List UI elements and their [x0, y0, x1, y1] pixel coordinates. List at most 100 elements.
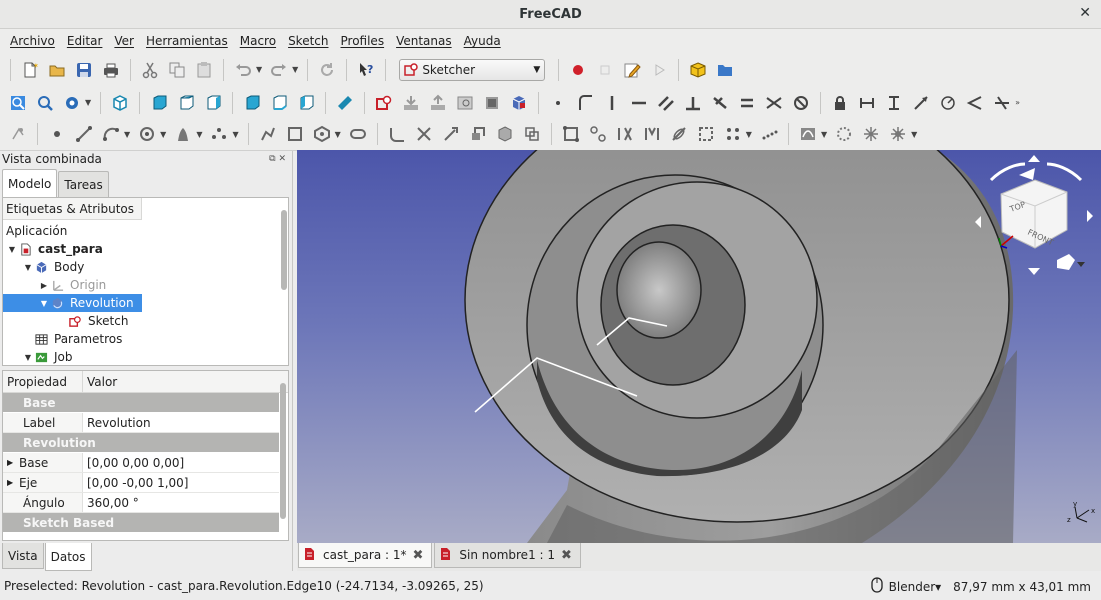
select-vertical-axis-icon[interactable] [613, 122, 637, 146]
workbench-selector[interactable]: Sketcher ▼ [399, 58, 546, 81]
expand-arrow-icon[interactable]: ▼ [38, 299, 50, 308]
view-menu-cube-icon[interactable] [1057, 254, 1075, 270]
chevron-down-icon[interactable]: ▼ [335, 130, 341, 139]
view-right-icon[interactable] [201, 91, 225, 115]
construction-mode-icon[interactable] [520, 122, 544, 146]
merge-sketch-icon[interactable] [507, 91, 531, 115]
doc-tab-cast-para[interactable]: cast_para : 1* ✖ [298, 543, 433, 568]
view-left-icon[interactable] [294, 91, 318, 115]
copy-icon[interactable] [165, 58, 189, 82]
perpendicular-constraint-icon[interactable] [681, 91, 705, 115]
create-circle-icon[interactable] [135, 122, 159, 146]
menu-editar[interactable]: Editar [61, 34, 109, 48]
property-value[interactable]: 360,00 ° [83, 493, 279, 512]
macro-record-icon[interactable] [566, 58, 590, 82]
vertical-constraint-icon[interactable] [600, 91, 624, 115]
create-bspline-icon[interactable] [207, 122, 231, 146]
expand-arrow-icon[interactable]: ▼ [22, 353, 34, 362]
arrow-right-icon[interactable] [1087, 210, 1093, 222]
create-conic-icon[interactable] [171, 122, 195, 146]
menu-herramientas[interactable]: Herramientas [140, 34, 234, 48]
new-sketch-icon[interactable] [372, 91, 396, 115]
refresh-icon[interactable] [315, 58, 339, 82]
print-icon[interactable] [99, 58, 123, 82]
menu-profiles[interactable]: Profiles [335, 34, 391, 48]
property-value[interactable]: [0,00 0,00 0,00] [83, 453, 279, 472]
menu-ayuda[interactable]: Ayuda [458, 34, 507, 48]
tangent-constraint-icon[interactable] [708, 91, 732, 115]
chevron-down-icon[interactable]: ▼ [256, 65, 262, 74]
chevron-down-icon[interactable]: ▼ [292, 65, 298, 74]
sketch-mode-icon[interactable] [6, 122, 30, 146]
menu-sketch[interactable]: Sketch [282, 34, 334, 48]
edit-sketch-icon[interactable] [426, 91, 450, 115]
horizontal-constraint-icon[interactable] [627, 91, 651, 115]
increase-knot-icon[interactable] [859, 122, 883, 146]
select-origin-icon[interactable] [586, 122, 610, 146]
paste-icon[interactable] [192, 58, 216, 82]
decrease-knot-icon[interactable] [886, 122, 910, 146]
undo-icon[interactable] [231, 58, 255, 82]
symmetry-icon[interactable] [721, 122, 745, 146]
macro-stop-icon[interactable] [593, 58, 617, 82]
tree-item-sketch[interactable]: Sketch [3, 312, 288, 330]
menu-ver[interactable]: Ver [108, 34, 140, 48]
select-conflicting-icon[interactable] [694, 122, 718, 146]
chevron-down-icon[interactable]: ▼ [196, 130, 202, 139]
property-group-revolution[interactable]: Revolution [3, 433, 279, 453]
chevron-down-icon[interactable]: ▼ [911, 130, 917, 139]
property-value[interactable]: [0,00 -0,00 1,00] [83, 473, 279, 492]
doc-tab-sin-nombre[interactable]: Sin nombre1 : 1 ✖ [434, 543, 581, 568]
expand-arrow-icon[interactable]: ▶ [7, 458, 19, 467]
snell-icon[interactable] [990, 91, 1014, 115]
create-polyline-icon[interactable] [256, 122, 280, 146]
fit-all-icon[interactable] [6, 91, 30, 115]
property-row-label[interactable]: Label Revolution [3, 413, 279, 433]
fit-selection-icon[interactable] [33, 91, 57, 115]
chevron-down-icon[interactable]: ▼ [746, 130, 752, 139]
distance-icon[interactable] [909, 91, 933, 115]
view-front-icon[interactable] [147, 91, 171, 115]
view-isometric-icon[interactable] [108, 91, 132, 115]
create-rectangle-icon[interactable] [283, 122, 307, 146]
macro-edit-icon[interactable] [620, 58, 644, 82]
tab-tareas[interactable]: Tareas [58, 171, 109, 197]
panel-float-close-icon[interactable]: ⧉ ✕ [269, 154, 286, 164]
expand-arrow-icon[interactable]: ▼ [6, 245, 18, 254]
property-group-base[interactable]: Base [3, 393, 279, 413]
property-column-header[interactable]: Propiedad [3, 371, 83, 392]
chevron-down-icon[interactable]: ▼ [85, 98, 91, 107]
select-horizontal-axis-icon[interactable] [640, 122, 664, 146]
expand-arrow-icon[interactable]: ▶ [7, 478, 19, 487]
tree-item-revolution[interactable]: ▼ Revolution [3, 294, 288, 312]
cut-icon[interactable] [138, 58, 162, 82]
view-bottom-icon[interactable] [267, 91, 291, 115]
expand-arrow-icon[interactable]: ▼ [22, 263, 34, 272]
vertical-distance-icon[interactable] [882, 91, 906, 115]
radius-icon[interactable] [936, 91, 960, 115]
polyline-icon[interactable] [573, 91, 597, 115]
property-row-angulo[interactable]: Ángulo 360,00 ° [3, 493, 279, 513]
redo-icon[interactable] [267, 58, 291, 82]
chevron-down-icon[interactable]: ▼ [124, 130, 130, 139]
save-document-icon[interactable] [72, 58, 96, 82]
tree-item-cast-para[interactable]: ▼ cast_para [3, 240, 288, 258]
carbon-copy-icon[interactable] [493, 122, 517, 146]
extend-icon[interactable] [439, 122, 463, 146]
tree-item-body[interactable]: ▼ Body [3, 258, 288, 276]
tab-datos[interactable]: Datos [44, 543, 92, 571]
create-point-icon[interactable] [45, 122, 69, 146]
menu-macro[interactable]: Macro [234, 34, 282, 48]
folder-icon[interactable] [713, 58, 737, 82]
part-cube-icon[interactable] [686, 58, 710, 82]
menu-ventanas[interactable]: Ventanas [390, 34, 458, 48]
draw-style-icon[interactable] [60, 91, 84, 115]
macro-play-icon[interactable] [647, 58, 671, 82]
close-icon[interactable]: ✖ [412, 548, 423, 563]
tree-header[interactable]: Etiquetas & Atributos [3, 198, 142, 220]
equal-constraint-icon[interactable] [735, 91, 759, 115]
tree-item-job[interactable]: ▼ Job [3, 348, 288, 365]
create-line-icon[interactable] [72, 122, 96, 146]
chevron-down-icon[interactable]: ▼ [232, 130, 238, 139]
chevron-down-icon[interactable]: ▼ [160, 130, 166, 139]
